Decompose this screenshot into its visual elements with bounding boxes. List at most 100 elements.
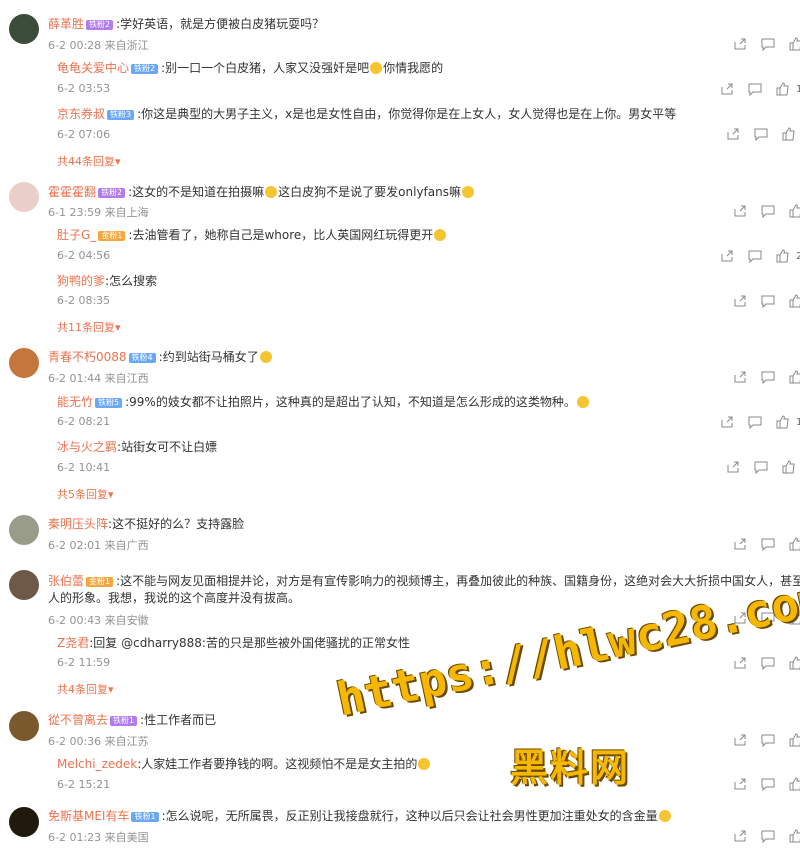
chevron-down-icon: ▾ [108, 488, 114, 501]
reply-icon[interactable] [761, 370, 775, 384]
commenter-name[interactable]: 秦明压头阵 [48, 517, 108, 531]
like-icon[interactable] [789, 370, 800, 384]
more-replies-link[interactable]: 共5条回复▾ [57, 486, 114, 502]
like-count: 18 [796, 83, 800, 95]
like-icon[interactable] [776, 249, 790, 263]
commenter-name[interactable]: 青春不朽0088 [48, 350, 127, 364]
share-icon[interactable] [733, 204, 747, 218]
like-icon[interactable] [789, 537, 800, 551]
like-icon[interactable] [776, 415, 790, 429]
reply-name[interactable]: 狗鸭的爹 [57, 274, 105, 288]
like-icon[interactable] [789, 829, 800, 843]
emoji-icon [418, 758, 431, 770]
commenter-name[interactable]: 霍霍霍翻 [48, 185, 96, 199]
reply-icon[interactable] [761, 37, 775, 51]
share-icon[interactable] [733, 656, 747, 670]
reply-name[interactable]: 肚子G_ [57, 228, 96, 242]
reply-text: 人家娃工作者要挣钱的啊。这视频怕不是 [141, 757, 358, 771]
like-icon[interactable] [789, 294, 800, 308]
share-icon[interactable] [733, 733, 747, 747]
avatar[interactable] [9, 182, 39, 212]
reply-icon[interactable] [748, 415, 762, 429]
like-count: 21 [796, 250, 800, 262]
fan-badge: 铁粉2 [86, 20, 114, 30]
reply-text: 你这是典型的大男子主义，x是也是女性自由，你觉得你是在上女人，女人觉得也是在上你… [141, 107, 677, 121]
avatar[interactable] [9, 570, 39, 600]
reply-icon[interactable] [761, 204, 775, 218]
comment-meta: 6-1 23:59 来自上海 [48, 206, 149, 219]
reply-icon[interactable] [761, 294, 775, 308]
share-icon[interactable] [733, 37, 747, 51]
reply-icon[interactable] [761, 733, 775, 747]
avatar[interactable] [9, 807, 39, 837]
comment-text: 这女的不是知道在拍摄嘛 [132, 185, 265, 199]
fan-badge: 铁粉2 [131, 64, 159, 74]
reply-icon[interactable] [754, 127, 768, 141]
reply-name[interactable]: 能无竹 [57, 395, 93, 409]
like-icon[interactable] [782, 127, 796, 141]
reply-icon[interactable] [748, 82, 762, 96]
like-icon[interactable] [789, 733, 800, 747]
share-icon[interactable] [726, 127, 740, 141]
more-replies-link[interactable]: 共44条回复▾ [57, 153, 121, 169]
like-icon[interactable] [789, 777, 800, 791]
comment-meta: 6-2 00:28 来自浙江 [48, 39, 149, 52]
like-icon[interactable] [789, 37, 800, 51]
emoji-icon [370, 62, 383, 74]
reply-name[interactable]: 冰与火之羁 [57, 440, 117, 454]
reply-name[interactable]: 京东券叔 [57, 107, 105, 121]
reply-meta: 6-2 03:53 [57, 82, 111, 95]
comment-meta: 6-2 02:01 来自广西 [48, 539, 149, 552]
reply-icon[interactable] [761, 829, 775, 843]
reply-meta: 6-2 04:56 [57, 249, 111, 262]
reply-icon[interactable] [754, 460, 768, 474]
more-replies-link[interactable]: 共4条回复▾ [57, 681, 114, 697]
share-icon[interactable] [733, 829, 747, 843]
chevron-down-icon: ▾ [115, 321, 121, 334]
commenter-name[interactable]: 张伯蕾 [48, 574, 84, 588]
reply-name[interactable]: Melchi_zedek [57, 757, 137, 771]
like-icon[interactable] [776, 82, 790, 96]
like-icon[interactable] [789, 656, 800, 670]
share-icon[interactable] [733, 537, 747, 551]
emoji-icon [576, 396, 589, 408]
reply-text: 去油管看了，她称自己是whore，比人英国网红玩得更开 [132, 228, 434, 242]
like-count: 12 [796, 416, 800, 428]
comment-text: 这不挺好的么？支持露脸 [112, 517, 245, 531]
share-icon[interactable] [720, 415, 734, 429]
comment-actions [733, 37, 800, 51]
emoji-icon [434, 229, 447, 241]
comment-meta: 6-2 00:43 来自安徽 [48, 614, 149, 627]
emoji-icon [658, 810, 671, 822]
fan-badge: 铁粉1 [110, 716, 138, 726]
share-icon[interactable] [720, 82, 734, 96]
reply-meta: 6-2 15:21 [57, 778, 111, 791]
share-icon[interactable] [733, 370, 747, 384]
share-icon[interactable] [720, 249, 734, 263]
reply-text-2: 是女主拍的 [357, 757, 418, 771]
share-icon[interactable] [733, 294, 747, 308]
reply-meta: 6-2 08:35 [57, 294, 111, 307]
commenter-name[interactable]: 免斯基MEI有车 [48, 809, 129, 823]
avatar[interactable] [9, 348, 39, 378]
reply-name[interactable]: 龟龟关爱中心 [57, 61, 129, 75]
reply-icon[interactable] [761, 656, 775, 670]
avatar[interactable] [9, 711, 39, 741]
fan-badge: 铁粉3 [107, 110, 135, 120]
commenter-name[interactable]: 從不曾离去 [48, 713, 108, 727]
share-icon[interactable] [726, 460, 740, 474]
reply-text-2: 你情我愿的 [383, 61, 444, 75]
reply-name[interactable]: Z尧君 [57, 636, 89, 650]
commenter-name[interactable]: 薛革胜 [48, 17, 84, 31]
more-replies-link[interactable]: 共11条回复▾ [57, 319, 121, 335]
avatar[interactable] [9, 14, 39, 44]
share-icon[interactable] [733, 777, 747, 791]
like-icon[interactable] [789, 204, 800, 218]
reply-icon[interactable] [761, 537, 775, 551]
like-icon[interactable] [782, 460, 796, 474]
reply-icon[interactable] [761, 777, 775, 791]
fan-badge: 铁粉4 [128, 353, 156, 363]
comment-text-2: 这白皮狗不是说了要发onlyfans嘛 [278, 185, 461, 199]
reply-icon[interactable] [748, 249, 762, 263]
avatar[interactable] [9, 515, 39, 545]
